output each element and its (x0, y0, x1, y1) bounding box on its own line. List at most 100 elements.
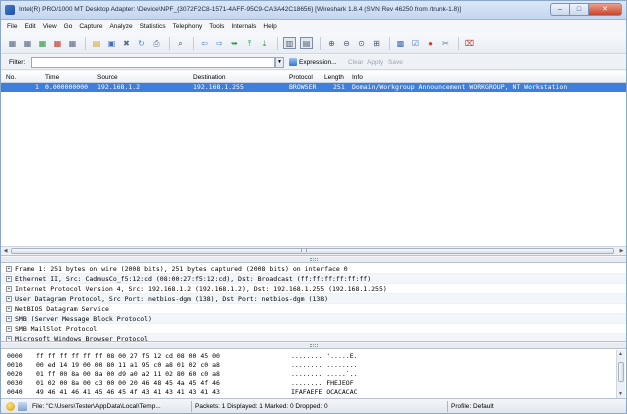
packet-list-hscrollbar[interactable]: ◀ ▶ (1, 246, 626, 255)
go-forward-icon[interactable]: ⇨ (214, 38, 225, 49)
open-file-icon[interactable]: ▤ (91, 38, 102, 49)
column-info[interactable]: Info (352, 74, 363, 81)
column-destination[interactable]: Destination (193, 74, 226, 81)
menu-internals[interactable]: Internals (229, 23, 261, 30)
status-profile[interactable]: Profile: Default (451, 403, 494, 410)
expand-icon[interactable]: + (6, 316, 12, 322)
bytes-ascii: ........ ........ (291, 361, 358, 369)
detail-row[interactable]: + NetBIOS Datagram Service (1, 304, 626, 314)
normal-size-icon[interactable]: ⊙ (356, 38, 367, 49)
scroll-thumb[interactable] (11, 248, 614, 254)
packet-row[interactable]: 1 0.000000000 192.168.1.2 192.168.1.255 … (1, 83, 626, 92)
detail-row[interactable]: + Microsoft Windows Browser Protocol (1, 334, 626, 341)
expert-info-icon[interactable] (6, 402, 15, 411)
restart-capture-icon[interactable]: ▦ (67, 38, 78, 49)
find-packet-icon[interactable]: ⌕ (175, 38, 186, 49)
bytes-row[interactable]: 0030 01 02 00 8a 00 c3 00 00 20 46 48 45 … (1, 379, 601, 388)
reload-icon[interactable]: ↻ (136, 38, 147, 49)
menu-help[interactable]: Help (261, 23, 281, 30)
start-capture-icon[interactable]: ▦ (37, 38, 48, 49)
scroll-up-icon[interactable]: ▲ (618, 351, 623, 357)
filter-label: Filter: (9, 59, 26, 66)
clear-button[interactable]: Clear (348, 59, 364, 66)
expression-button[interactable]: Expression... (299, 59, 337, 66)
expand-icon[interactable]: + (6, 286, 12, 292)
menu-file[interactable]: File (5, 23, 22, 30)
wireshark-app-icon (5, 5, 15, 15)
column-protocol[interactable]: Protocol (289, 74, 313, 81)
resize-columns-icon[interactable]: ⊞ (371, 38, 382, 49)
menu-bar: File Edit View Go Capture Analyze Statis… (1, 20, 626, 33)
auto-scroll-icon[interactable]: ▤ (300, 37, 313, 49)
toolbar-separator (193, 36, 194, 50)
capture-comment-icon[interactable] (18, 402, 27, 411)
toolbar-separator (320, 36, 321, 50)
bytes-ascii: ........ FHEJEOF (291, 379, 354, 387)
status-packets: Packets: 1 Displayed: 1 Marked: 0 Droppe… (195, 403, 328, 410)
scroll-left-icon[interactable]: ◀ (2, 248, 9, 255)
zoom-out-icon[interactable]: ⊖ (341, 38, 352, 49)
coloring-rules-icon[interactable]: ● (425, 38, 436, 49)
menu-tools[interactable]: Tools (207, 23, 229, 30)
splitter-grip-icon (310, 344, 318, 347)
expand-icon[interactable]: + (6, 306, 12, 312)
display-filters-icon[interactable]: ☑ (410, 38, 421, 49)
detail-row[interactable]: + Ethernet II, Src: CadmusCo_f5:12:cd (08… (1, 274, 626, 284)
capture-filters-icon[interactable]: ▩ (395, 38, 406, 49)
colorize-icon[interactable]: ▥ (283, 37, 296, 49)
save-file-icon[interactable]: ▣ (106, 38, 117, 49)
menu-edit[interactable]: Edit (22, 23, 40, 30)
menu-telephony[interactable]: Telephony (171, 23, 208, 30)
close-button[interactable]: ✕ (588, 3, 622, 16)
go-to-packet-icon[interactable]: ➥ (229, 38, 240, 49)
menu-statistics[interactable]: Statistics (138, 23, 171, 30)
status-bar: File: "C:\Users\Tester\AppData\Local\Tem… (1, 398, 626, 413)
expand-icon[interactable]: + (6, 336, 12, 341)
column-time[interactable]: Time (45, 74, 59, 81)
first-packet-icon[interactable]: ⤒ (244, 38, 255, 49)
bytes-row[interactable]: 0040 49 46 41 46 41 45 46 45 4f 43 41 43 … (1, 388, 601, 397)
column-length[interactable]: Length (324, 74, 344, 81)
menu-capture[interactable]: Capture (77, 23, 107, 30)
preferences-icon[interactable]: ✂ (440, 38, 451, 49)
menu-view[interactable]: View (41, 23, 62, 30)
save-button[interactable]: Save (388, 59, 403, 66)
last-packet-icon[interactable]: ⤓ (259, 38, 270, 49)
bytes-row[interactable]: 0010 00 ed 14 19 00 00 80 11 a1 95 c0 a8 … (1, 361, 601, 370)
help-icon[interactable]: ⌧ (464, 38, 475, 49)
column-no[interactable]: No. (6, 74, 16, 81)
maximize-button[interactable]: □ (569, 3, 588, 16)
bytes-row[interactable]: 0000 ff ff ff ff ff ff 08 00 27 f5 12 cd … (1, 352, 601, 361)
scroll-down-icon[interactable]: ▼ (618, 391, 623, 397)
minimize-button[interactable]: – (550, 3, 569, 16)
scroll-thumb[interactable] (618, 362, 624, 382)
stop-capture-icon[interactable]: ▦ (52, 38, 63, 49)
detail-row[interactable]: + SMB MailSlot Protocol (1, 324, 626, 334)
column-source[interactable]: Source (97, 74, 118, 81)
filter-dropdown-button[interactable]: ▼ (275, 57, 284, 68)
go-back-icon[interactable]: ⇦ (199, 38, 210, 49)
detail-row[interactable]: + SMB (Server Message Block Protocol) (1, 314, 626, 324)
detail-row[interactable]: + Internet Protocol Version 4, Src: 192.1… (1, 284, 626, 294)
bytes-vscrollbar[interactable]: ▲ ▼ (616, 350, 625, 398)
bytes-ascii: ........ '.....E. (291, 352, 358, 360)
expand-icon[interactable]: + (6, 266, 12, 272)
close-file-icon[interactable]: ✖ (121, 38, 132, 49)
scroll-right-icon[interactable]: ▶ (618, 248, 625, 255)
expression-icon (289, 58, 297, 66)
detail-row[interactable]: + User Datagram Protocol, Src Port: netbi… (1, 294, 626, 304)
expand-icon[interactable]: + (6, 276, 12, 282)
window-title: Intel(R) PRO/1000 MT Desktop Adapter: \D… (19, 6, 462, 13)
detail-row[interactable]: + Frame 1: 251 bytes on wire (2008 bits),… (1, 264, 626, 274)
interfaces-icon[interactable]: ▦ (7, 38, 18, 49)
filter-input[interactable] (31, 57, 275, 68)
menu-analyze[interactable]: Analyze (107, 23, 137, 30)
print-icon[interactable]: ⎙ (151, 38, 162, 49)
zoom-in-icon[interactable]: ⊕ (326, 38, 337, 49)
expand-icon[interactable]: + (6, 326, 12, 332)
bytes-row[interactable]: 0020 01 ff 00 8a 00 8a 00 d9 a0 a2 11 02 … (1, 370, 601, 379)
menu-go[interactable]: Go (62, 23, 78, 30)
options-icon[interactable]: ▦ (22, 38, 33, 49)
expand-icon[interactable]: + (6, 296, 12, 302)
apply-button[interactable]: Apply (367, 59, 383, 66)
